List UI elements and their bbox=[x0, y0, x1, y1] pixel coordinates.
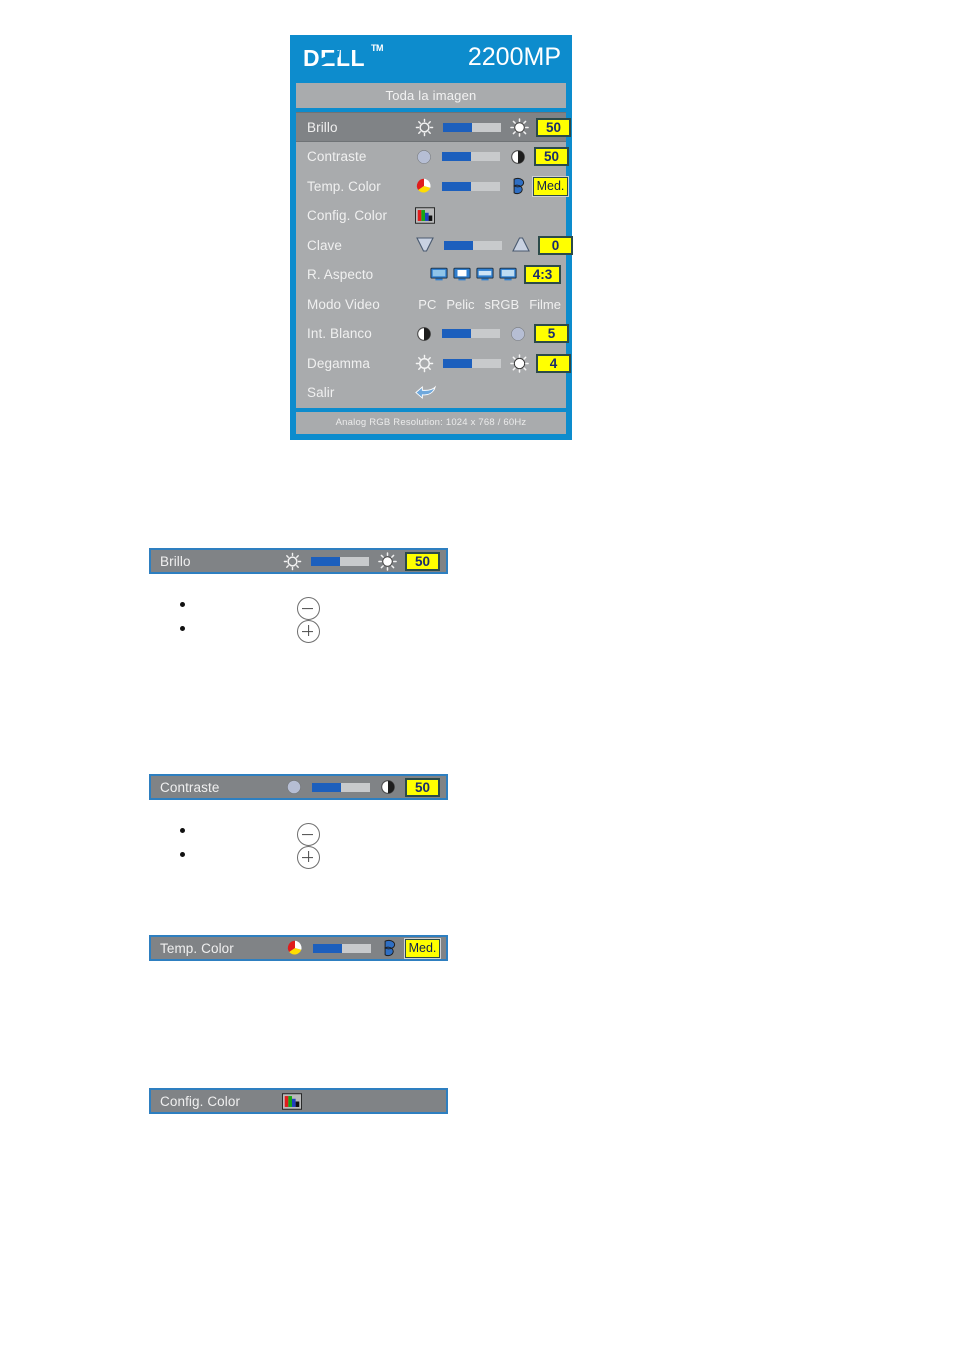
menu-label-modo-video: Modo Video bbox=[307, 296, 380, 312]
contraste-slider[interactable] bbox=[442, 152, 500, 162]
brightness-high-icon bbox=[378, 551, 397, 571]
menu-label-degamma: Degamma bbox=[307, 355, 370, 371]
contrast-high-icon bbox=[511, 149, 525, 164]
osd-footer-resolution: Analog RGB Resolution: 1024 x 768 / 60Hz bbox=[296, 411, 566, 434]
aspect-16-9-icon bbox=[476, 268, 494, 281]
detail-bar-brillo[interactable]: Brillo 50 bbox=[149, 548, 448, 574]
clave-value[interactable]: 0 bbox=[538, 235, 573, 255]
menu-row-temp-color[interactable]: Temp. Color Med. bbox=[296, 172, 569, 202]
cool-color-icon bbox=[384, 939, 396, 957]
degamma-slider[interactable] bbox=[443, 358, 501, 368]
detail-temp-color-slider[interactable] bbox=[313, 943, 371, 953]
bullet-point bbox=[180, 828, 185, 833]
keystone-down-icon bbox=[416, 237, 434, 252]
brillo-value[interactable]: 50 bbox=[536, 117, 571, 137]
osd-subtitle: Toda la imagen bbox=[296, 83, 566, 108]
color-bars-icon bbox=[415, 207, 435, 224]
detail-bar-temp-color[interactable]: Temp. Color Med. bbox=[149, 935, 448, 961]
menu-row-degamma[interactable]: Degamma 4 bbox=[296, 349, 571, 379]
menu-row-brillo[interactable]: Brillo 50 bbox=[296, 112, 571, 142]
contrast-high-icon bbox=[381, 780, 395, 794]
bullet-point bbox=[180, 602, 185, 607]
return-arrow-icon bbox=[415, 385, 437, 399]
osd-panel: DELL TM 2200MP Toda la imagen Brillo bbox=[290, 35, 573, 440]
bullet-point bbox=[180, 626, 185, 631]
aspect-wide-icon bbox=[499, 268, 517, 281]
minus-circle-icon[interactable] bbox=[297, 597, 320, 620]
color-bars-icon bbox=[282, 1092, 302, 1110]
menu-label-config-color: Config. Color bbox=[307, 208, 388, 224]
minus-circle-icon[interactable] bbox=[297, 823, 320, 846]
video-mode-filme[interactable]: Filme bbox=[529, 297, 561, 312]
brightness-low-icon bbox=[415, 118, 434, 136]
detail-temp-color-value[interactable]: Med. bbox=[404, 937, 441, 959]
menu-row-clave[interactable]: Clave 0 bbox=[296, 231, 573, 261]
cool-color-icon bbox=[513, 178, 525, 195]
plus-circle-icon[interactable] bbox=[297, 620, 320, 643]
menu-row-salir[interactable]: Salir bbox=[296, 378, 566, 408]
menu-row-modo-video[interactable]: Modo Video PC Pelic sRGB Filme bbox=[296, 290, 566, 320]
menu-label-temp-color: Temp. Color bbox=[307, 178, 381, 194]
menu-row-contraste[interactable]: Contraste 50 bbox=[296, 142, 569, 172]
video-mode-pelic[interactable]: Pelic bbox=[446, 297, 474, 312]
detail-brillo-slider[interactable] bbox=[311, 556, 369, 566]
brightness-low-icon bbox=[283, 552, 302, 570]
contrast-high-icon bbox=[417, 326, 431, 341]
brightness-high-icon bbox=[510, 117, 529, 137]
keystone-up-icon bbox=[512, 237, 530, 252]
detail-brillo-value[interactable]: 50 bbox=[405, 551, 440, 571]
menu-label-contraste: Contraste bbox=[307, 149, 367, 165]
menu-label-brillo: Brillo bbox=[307, 119, 338, 135]
warm-color-icon bbox=[416, 179, 431, 193]
plus-circle-icon[interactable] bbox=[297, 846, 320, 869]
contrast-low-icon bbox=[417, 150, 431, 164]
detail-label-config-color: Config. Color bbox=[160, 1093, 241, 1109]
detail-bar-config-color[interactable]: Config. Color bbox=[149, 1088, 448, 1114]
dell-logo: DELL bbox=[303, 45, 381, 71]
aspect-4-3-icon bbox=[453, 268, 471, 281]
contrast-low-icon bbox=[511, 327, 525, 341]
menu-label-salir: Salir bbox=[307, 385, 335, 401]
contraste-value[interactable]: 50 bbox=[534, 147, 569, 167]
detail-contraste-value[interactable]: 50 bbox=[405, 777, 440, 797]
model-name: 2200MP bbox=[467, 43, 561, 71]
temp-color-value[interactable]: Med. bbox=[532, 175, 569, 197]
clave-slider[interactable] bbox=[444, 240, 502, 250]
menu-label-int-blanco: Int. Blanco bbox=[307, 326, 372, 342]
r-aspecto-value[interactable]: 4:3 bbox=[524, 265, 561, 285]
bullet-point bbox=[180, 852, 185, 857]
dell-e-slash-icon bbox=[320, 50, 340, 66]
detail-label-brillo: Brillo bbox=[160, 553, 191, 569]
warm-color-icon bbox=[287, 940, 302, 955]
degamma-value[interactable]: 4 bbox=[536, 353, 571, 373]
int-blanco-value[interactable]: 5 bbox=[534, 324, 569, 344]
int-blanco-slider[interactable] bbox=[442, 329, 500, 339]
dell-trademark: TM bbox=[371, 43, 384, 53]
osd-header: DELL TM 2200MP bbox=[291, 36, 571, 83]
video-mode-pc[interactable]: PC bbox=[418, 297, 436, 312]
aspect-full-icon bbox=[430, 268, 448, 281]
osd-menu-list: Brillo 50 Contraste 50 Temp. Color Med. … bbox=[296, 112, 573, 408]
detail-bar-contraste[interactable]: Contraste 50 bbox=[149, 774, 448, 800]
menu-label-clave: Clave bbox=[307, 237, 343, 253]
detail-label-contraste: Contraste bbox=[160, 779, 220, 795]
menu-label-r-aspecto: R. Aspecto bbox=[307, 267, 374, 283]
contrast-low-icon bbox=[287, 780, 301, 794]
brillo-slider[interactable] bbox=[443, 122, 501, 132]
video-mode-srgb[interactable]: sRGB bbox=[485, 297, 520, 312]
menu-row-int-blanco[interactable]: Int. Blanco 5 bbox=[296, 319, 569, 349]
menu-row-r-aspecto[interactable]: R. Aspecto 4:3 bbox=[296, 260, 566, 290]
gamma-low-icon bbox=[415, 354, 434, 373]
temp-color-slider[interactable] bbox=[442, 181, 500, 191]
detail-label-temp-color: Temp. Color bbox=[160, 940, 234, 956]
menu-row-config-color[interactable]: Config. Color bbox=[296, 201, 566, 231]
detail-contraste-slider[interactable] bbox=[312, 782, 370, 792]
gamma-high-icon bbox=[510, 353, 529, 373]
